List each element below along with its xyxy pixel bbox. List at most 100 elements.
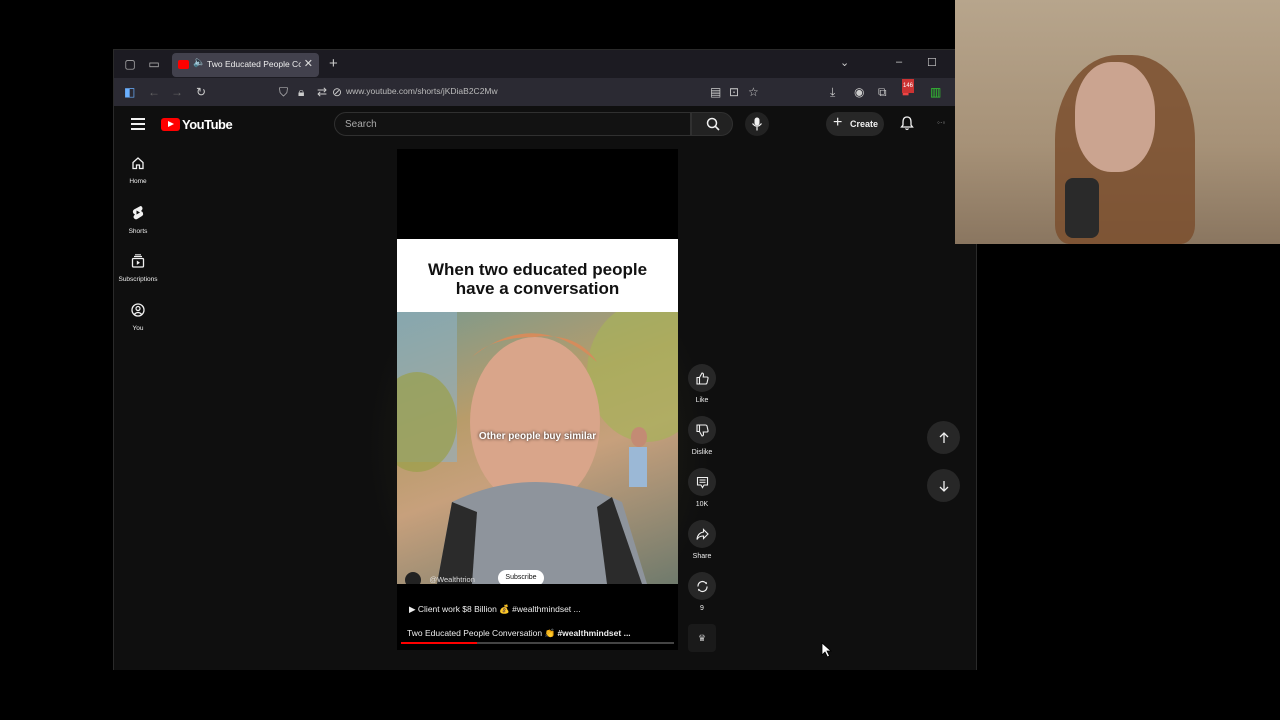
play-icon: ▶ (409, 604, 418, 614)
caption-line-2: have a conversation (455, 279, 620, 298)
sidebar-item-shorts[interactable]: Shorts (114, 205, 162, 235)
bell-icon (900, 116, 914, 131)
sound-thumbnail[interactable]: ♛ (688, 624, 716, 652)
tab-active[interactable]: 🔈 Two Educated People Conv ✕ (172, 53, 319, 77)
shield-icon[interactable]: ⛉ (279, 85, 288, 99)
sidebar-item-home[interactable]: Home (114, 156, 162, 185)
dislike-circle (688, 416, 716, 444)
create-label: Create (850, 119, 879, 129)
youtube-play-icon (161, 118, 180, 131)
nav-bar: ◧ ← → ↻ ⛉ 🔒︎ ⇄ ⊘ www.youtube.com/shorts/… (114, 78, 976, 106)
next-short-button[interactable] (927, 469, 960, 502)
folder-icon[interactable]: ▭ (147, 57, 161, 71)
remix-icon (696, 580, 708, 592)
crown-icon: ♛ (697, 632, 707, 643)
autoplay-blocked-icon[interactable]: ⊘ (332, 85, 342, 99)
like-circle (688, 364, 716, 392)
comment-icon (696, 476, 708, 489)
sidebar-toggle-icon[interactable]: ◧ (124, 85, 135, 99)
title-text: Two Educated People Conversation 👏 (407, 628, 558, 638)
youtube-page: YouTube Search + Create ◦·◦ Home Shorts … (114, 106, 976, 670)
remix-button[interactable]: 9 (688, 572, 716, 612)
equalizer-extension-icon[interactable]: ▥ (930, 85, 941, 99)
share-button[interactable]: Share (688, 520, 716, 560)
tab-overflow-icon[interactable]: ⌄ (840, 56, 849, 69)
short-player[interactable]: When two educated people have a conversa… (397, 239, 678, 588)
reload-icon[interactable]: ↻ (196, 85, 206, 99)
account-icon[interactable]: ◉ (854, 85, 864, 99)
lock-icon[interactable]: 🔒︎ (298, 85, 304, 99)
webcam-microphone (1065, 178, 1099, 238)
video-subtitle: Other people buy similar (478, 431, 597, 442)
downloads-icon[interactable]: ⤓ (830, 85, 835, 99)
extension-badge-icon[interactable]: 146■ (902, 79, 915, 99)
search-icon (706, 117, 720, 131)
comments-circle (688, 468, 716, 496)
save-to-pocket-icon[interactable]: ⊡ (729, 85, 739, 99)
dislike-label: Dislike (691, 449, 713, 456)
share-label: Share (692, 553, 712, 560)
sidebar-item-subscriptions[interactable]: Subscriptions (114, 254, 162, 283)
sidebar-item-label: Home (129, 178, 147, 185)
short-caption: When two educated people have a conversa… (397, 260, 678, 298)
short-info: ▶ Client work $8 Billion 💰 #wealthmindse… (397, 584, 678, 650)
video-scene (397, 312, 678, 584)
you-icon (131, 303, 145, 317)
comments-count: 10K (695, 501, 709, 508)
search-input[interactable]: Search (334, 112, 691, 136)
back-icon[interactable]: ← (148, 85, 160, 99)
mouse-cursor-icon (821, 642, 833, 658)
notifications-button[interactable] (900, 116, 914, 136)
arrow-up-icon (939, 431, 948, 443)
tab-bar: ▢ ▭ 🔈 Two Educated People Conv ✕ + ⌄ – ☐ (114, 50, 976, 78)
permissions-icon[interactable]: ⇄ (317, 85, 327, 99)
hashtag-link[interactable]: #wealthmindset ... (557, 628, 630, 638)
maximize-icon[interactable]: ☐ (927, 56, 937, 69)
forward-icon[interactable]: → (171, 85, 183, 99)
search-placeholder: Search (345, 119, 377, 130)
avatar[interactable]: ◦·◦ (937, 118, 945, 127)
previous-short-button[interactable] (927, 421, 960, 454)
dislike-button[interactable]: Dislike (688, 416, 716, 456)
voice-search-button[interactable] (745, 112, 769, 136)
subscriptions-icon (131, 254, 145, 268)
progress-fill (401, 642, 478, 644)
browser-window: ▢ ▭ 🔈 Two Educated People Conv ✕ + ⌄ – ☐… (113, 49, 977, 670)
remix-count: 9 (700, 605, 704, 612)
reader-view-icon[interactable]: ▤ (710, 85, 721, 99)
sound-thumbnail-box: ♛ (688, 624, 716, 652)
menu-icon[interactable] (131, 118, 145, 130)
sidebar-item-you[interactable]: You (114, 303, 162, 332)
search-button[interactable] (691, 112, 733, 136)
sidebar-item-label: Shorts (128, 228, 148, 235)
tab-list-icon[interactable]: ▢ (123, 57, 137, 71)
close-tab-icon[interactable]: ✕ (304, 57, 313, 70)
speaker-icon[interactable]: 🔈 (193, 57, 205, 68)
short-letterbox (397, 149, 678, 239)
caption-line-1: When two educated people (427, 260, 648, 279)
channel-name[interactable]: @Wealthtrion (429, 575, 474, 584)
thumbs-down-icon (695, 423, 709, 437)
url-bar[interactable]: www.youtube.com/shorts/jKDiaB2C2Mw (346, 86, 498, 96)
webcam-overlay (955, 0, 1280, 244)
tab-title: Two Educated People Conv (207, 59, 301, 69)
youtube-logo-text: YouTube (182, 117, 233, 132)
youtube-favicon-icon (178, 60, 189, 69)
short-title: Two Educated People Conversation 👏 #weal… (407, 628, 631, 639)
extensions-icon[interactable]: ⧉ (878, 85, 887, 99)
create-button[interactable]: + Create (826, 112, 884, 136)
like-label: Like (695, 397, 709, 404)
comments-button[interactable]: 10K (688, 468, 716, 508)
extensions-badge: 146 (902, 79, 915, 93)
shorts-icon (132, 206, 144, 220)
arrow-down-icon (939, 480, 948, 492)
video-progress-bar[interactable] (401, 642, 674, 644)
video-frame[interactable]: Other people buy similar (397, 312, 678, 584)
bookmark-star-icon[interactable]: ☆ (748, 85, 759, 99)
music-link[interactable]: ▶ Client work $8 Billion 💰 #wealthmindse… (409, 604, 581, 615)
minimize-icon[interactable]: – (896, 56, 902, 68)
like-button[interactable]: Like (688, 364, 716, 404)
new-tab-button[interactable]: + (329, 55, 338, 72)
home-icon (132, 157, 144, 170)
sidebar-item-label: You (132, 325, 144, 332)
